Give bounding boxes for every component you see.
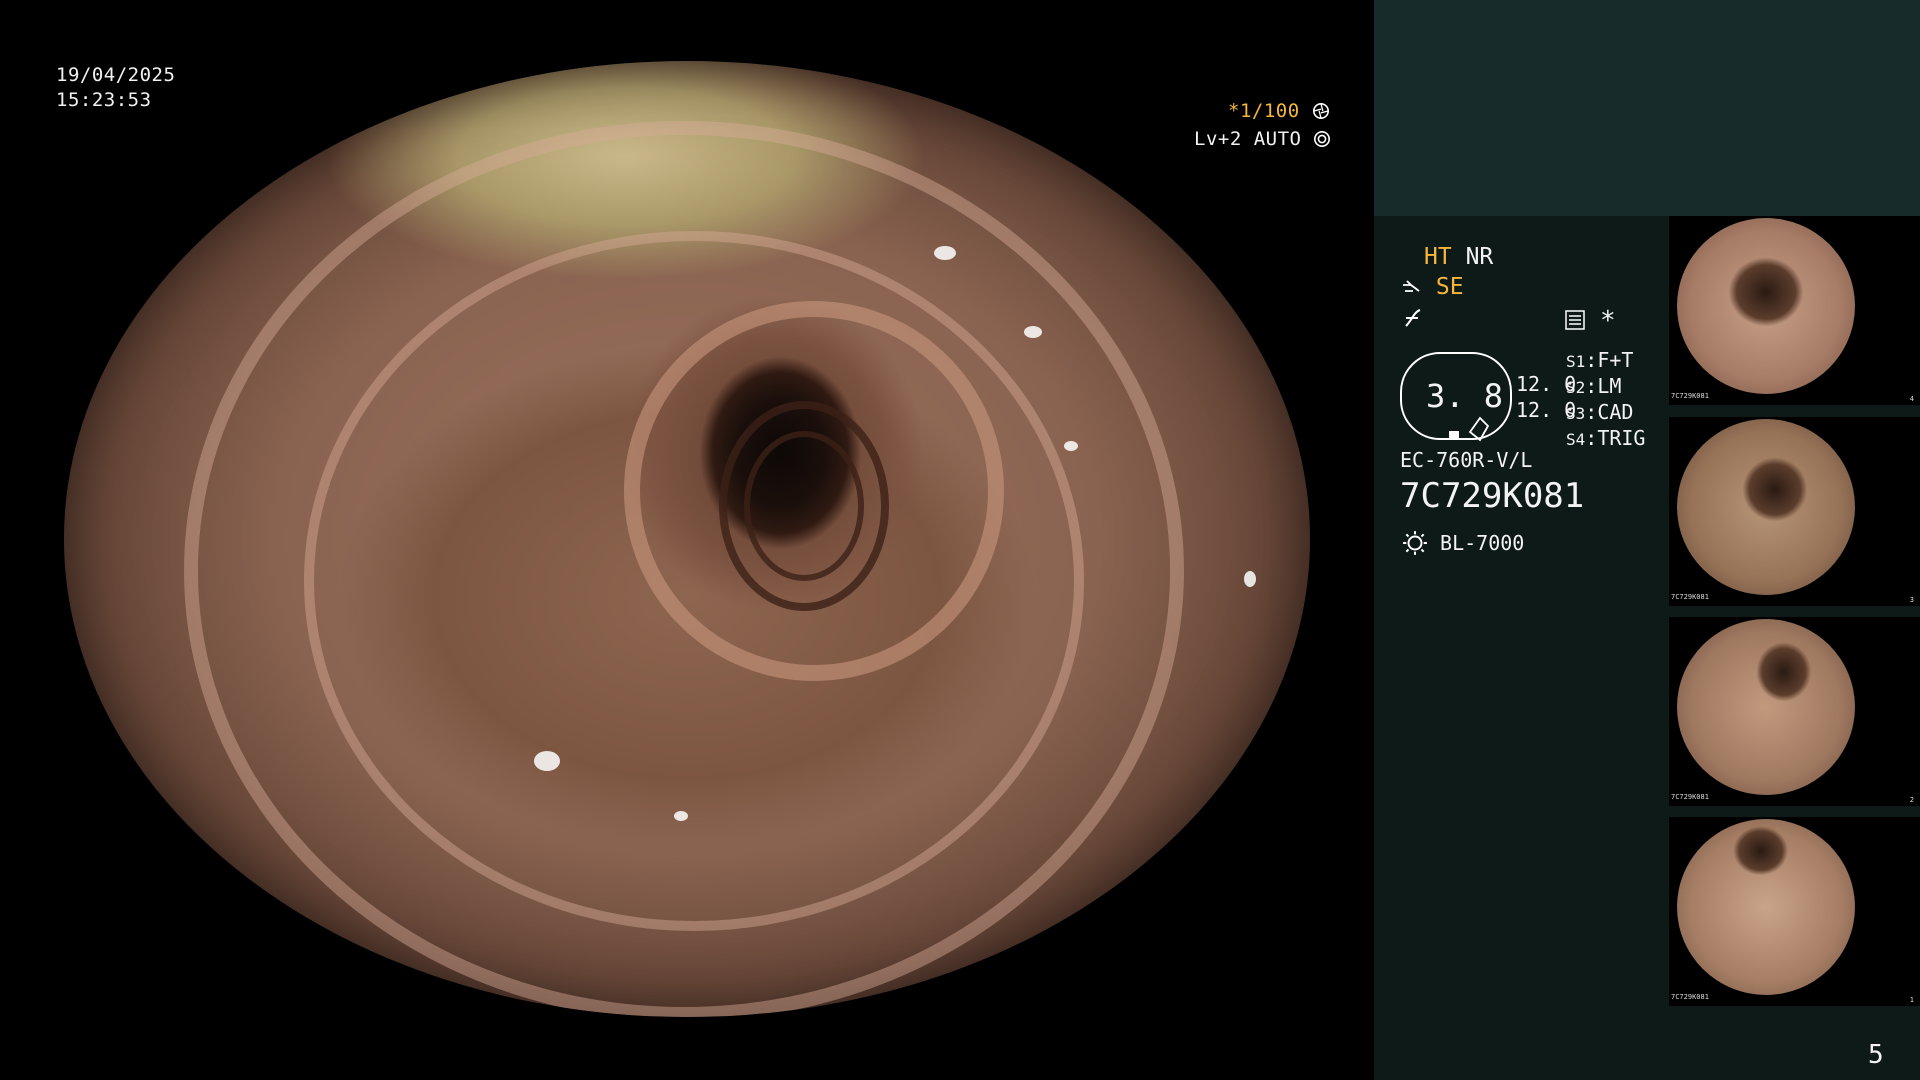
aperture-icon: [1312, 102, 1329, 120]
switch-label: S4: [1566, 430, 1586, 449]
lamp-icon: [1403, 531, 1427, 555]
nr-label: NR: [1465, 244, 1494, 270]
switch-value: TRIG: [1597, 426, 1646, 450]
thumbnail-index: 3: [1909, 596, 1914, 604]
exposure-level: Lv+2 AUTO: [1194, 127, 1331, 152]
thumbnail-4[interactable]: 7C729K081 1: [1669, 817, 1920, 1006]
switch-value: LM: [1597, 374, 1622, 398]
specular-highlight: [1244, 571, 1256, 587]
date-label: 19/04/2025: [56, 64, 176, 86]
endoscope-live-view: [64, 61, 1310, 1017]
thumbnail-label: 7C729K081: [1671, 993, 1709, 1001]
switch-row-s3: S3:CAD: [1566, 400, 1634, 424]
freeze-icon: [1405, 309, 1421, 327]
light-source-row: BL-7000: [1402, 530, 1524, 556]
thumbnail-label: 7C729K081: [1671, 793, 1709, 801]
thumbnail-index: 2: [1909, 796, 1914, 804]
switch-assignments: S1:F+T S2:LM S3:CAD S4:TRIG: [1566, 348, 1645, 452]
switch-label: S2: [1566, 378, 1586, 397]
asterisk-mark: *: [1600, 306, 1616, 336]
shutter-value: *1/100: [1228, 100, 1300, 122]
switch-row-s2: S2:LM: [1566, 374, 1622, 398]
top-status-panel: [1374, 0, 1920, 216]
switch-label: S3: [1566, 404, 1586, 423]
specular-highlight: [534, 751, 560, 771]
specular-highlight: [1024, 326, 1042, 338]
specular-highlight: [674, 811, 688, 821]
level-value: Lv+2: [1194, 128, 1242, 150]
light-source-label: BL-7000: [1440, 531, 1525, 555]
thumbnail-index: 1: [1909, 996, 1914, 1004]
specular-highlight: [934, 246, 956, 260]
switch-row-s1: S1:F+T: [1566, 348, 1634, 372]
thumbnail-index: 4: [1909, 395, 1914, 403]
ht-label: HT: [1424, 244, 1452, 270]
se-label: SE: [1435, 274, 1464, 300]
image-count: 5: [1868, 1040, 1884, 1070]
scope-serial: 7C729K081: [1400, 476, 1585, 516]
structure-enhancement-row: SE: [1400, 274, 1464, 300]
switch-row-s4: S4:TRIG: [1566, 426, 1646, 450]
switch-value: CAD: [1597, 400, 1634, 424]
zoom-marker: [1449, 431, 1459, 439]
scope-model: EC-760R-V/L: [1400, 448, 1533, 472]
zoom-value: 3. 8: [1426, 377, 1504, 415]
thumbnail-label: 7C729K081: [1671, 593, 1709, 601]
thumbnail-1[interactable]: 7C729K081 4: [1669, 216, 1920, 405]
thumbnail-2[interactable]: 7C729K081 3: [1669, 417, 1920, 606]
thumbnail-image: [1677, 819, 1855, 995]
thumbnail-image: [1677, 619, 1855, 795]
thumbnail-3[interactable]: 7C729K081 2: [1669, 617, 1920, 806]
lumen-ring: [744, 431, 864, 581]
image-mode-row: HT NR: [1424, 244, 1493, 270]
memo-icon: [1565, 310, 1585, 330]
mode-value: AUTO: [1253, 128, 1302, 150]
thumbnail-image: [1677, 419, 1855, 595]
thumbnail-image: [1677, 218, 1855, 394]
scope-angle-icon: [1468, 416, 1490, 442]
thumbnail-label: 7C729K081: [1671, 392, 1709, 400]
shutter-speed: *1/100: [1228, 99, 1330, 124]
time-label: 15:23:53: [56, 89, 152, 111]
iris-icon: [1314, 130, 1331, 148]
switch-label: S1: [1566, 352, 1586, 371]
enhancement-icon: [1403, 280, 1420, 292]
specular-highlight: [1064, 441, 1078, 451]
switch-value: F+T: [1597, 348, 1634, 372]
